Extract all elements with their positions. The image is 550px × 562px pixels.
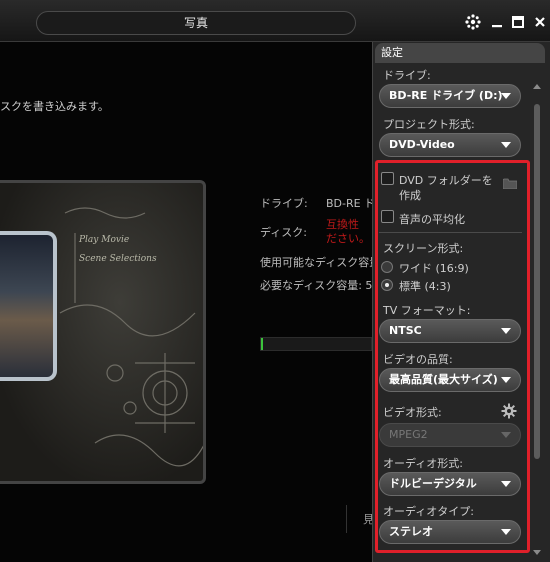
chevron-down-icon — [501, 142, 511, 148]
chevron-down-icon — [501, 93, 511, 99]
menu-item-scene-selections: Scene Selections — [79, 254, 157, 264]
settings-scrollbar[interactable] — [532, 66, 542, 558]
dvd-folder-label-line2: 作成 — [399, 189, 421, 202]
audio-type-label: オーディオタイプ: — [383, 505, 474, 518]
scroll-down-icon[interactable] — [533, 550, 541, 555]
maximize-icon[interactable] — [508, 12, 528, 32]
dvd-menu-preview: Play Movie Scene Selections — [0, 180, 206, 484]
main-area: スクを書き込みます。 Play Movie Scene Selections ド… — [0, 42, 380, 562]
project-format-label: プロジェクト形式: — [383, 118, 475, 131]
drive-value: BD-RE ド — [326, 197, 376, 210]
dvd-folder-checkbox[interactable] — [381, 172, 394, 185]
drive-select-label: ドライブ: — [383, 69, 431, 82]
audio-type-value: ステレオ — [389, 525, 433, 538]
drive-dropdown[interactable]: BD-RE ドライブ (D:) — [379, 84, 521, 108]
drive-label: ドライブ: — [260, 197, 308, 210]
menu-item-play-movie: Play Movie — [79, 235, 130, 245]
project-format-dropdown[interactable]: DVD-Video — [379, 133, 521, 157]
normalize-audio-checkbox[interactable] — [381, 210, 394, 223]
chevron-down-icon — [501, 328, 511, 334]
radio-wide[interactable] — [381, 261, 393, 273]
radio-wide-label: ワイド (16:9) — [399, 262, 469, 275]
gear-icon[interactable] — [463, 12, 483, 32]
burn-info-text: スクを書き込みます。 — [0, 100, 109, 113]
dvd-folder-label-line1: DVD フォルダーを — [399, 174, 493, 187]
drive-dropdown-value: BD-RE ドライブ (D:) — [389, 89, 503, 102]
video-quality-value: 最高品質(最大サイズ) — [389, 373, 498, 386]
scroll-thumb[interactable] — [534, 104, 540, 459]
chevron-down-icon — [501, 377, 511, 383]
screen-format-label: スクリーン形式: — [383, 242, 464, 255]
tv-format-value: NTSC — [389, 324, 422, 337]
minimize-icon[interactable] — [487, 12, 507, 32]
capacity-progress-fill — [261, 338, 264, 350]
audio-format-dropdown[interactable]: ドルビーデジタル — [379, 472, 521, 496]
video-format-dropdown: MPEG2 — [379, 423, 521, 447]
tv-format-dropdown[interactable]: NTSC — [379, 319, 521, 343]
folder-icon[interactable] — [503, 178, 517, 189]
audio-type-dropdown[interactable]: ステレオ — [379, 520, 521, 544]
audio-format-value: ドルビーデジタル — [389, 477, 477, 490]
radio-standard-label: 標準 (4:3) — [399, 280, 451, 293]
close-icon[interactable] — [530, 12, 550, 32]
window-title: 写真 — [36, 11, 356, 35]
gear-icon[interactable] — [501, 403, 517, 419]
chevron-down-icon — [501, 432, 511, 438]
disc-warning-2: ださい。 — [326, 232, 370, 245]
menu-photo — [0, 231, 57, 381]
available-space-label: 使用可能なディスク容量 — [260, 256, 381, 269]
divider — [379, 232, 522, 233]
disc-label: ディスク: — [260, 226, 307, 239]
title-bar: 写真 — [0, 0, 550, 42]
ornament-graphic — [59, 207, 203, 467]
chevron-down-icon — [501, 481, 511, 487]
normalize-audio-label: 音声の平均化 — [399, 213, 465, 226]
tv-format-label: TV フォーマット: — [383, 304, 471, 317]
scroll-up-icon[interactable] — [533, 84, 541, 89]
video-quality-label: ビデオの品質: — [383, 353, 453, 366]
radio-standard[interactable] — [381, 279, 393, 291]
video-format-label: ビデオ形式: — [383, 406, 442, 419]
video-quality-dropdown[interactable]: 最高品質(最大サイズ) — [379, 368, 521, 392]
project-format-value: DVD-Video — [389, 138, 455, 151]
chevron-down-icon — [501, 529, 511, 535]
settings-panel: 設定 ドライブ: BD-RE ドライブ (D:) プロジェクト形式: DVD-V… — [372, 42, 550, 562]
required-space-label: 必要なディスク容量: 53 — [260, 279, 380, 292]
audio-format-label: オーディオ形式: — [383, 457, 463, 470]
settings-header: 設定 — [375, 43, 545, 63]
video-format-value: MPEG2 — [389, 428, 428, 441]
capacity-progress-bar — [260, 337, 372, 351]
bottom-button-fragment[interactable]: 見 — [346, 505, 374, 533]
